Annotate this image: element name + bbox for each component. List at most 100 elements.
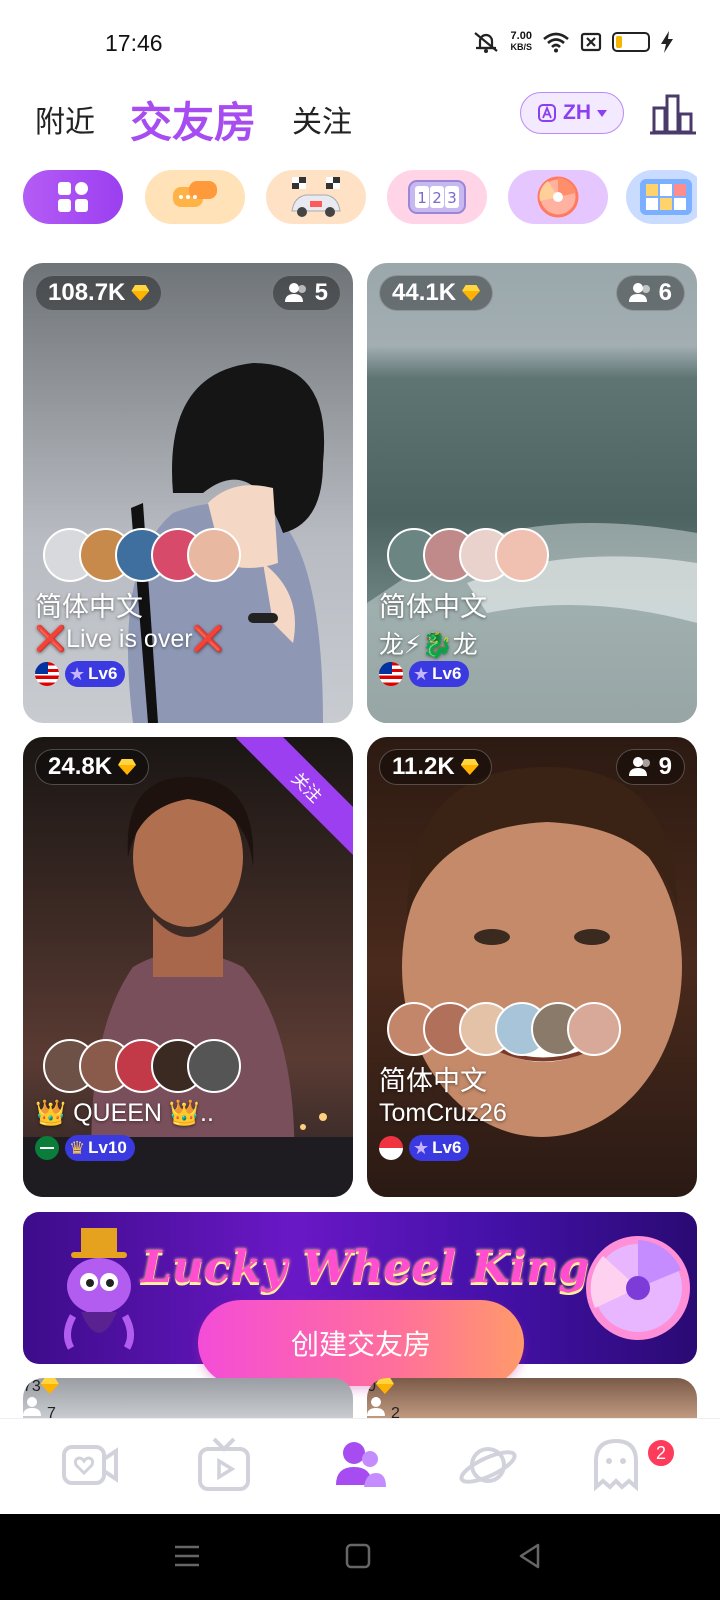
room-language: 简体中文 xyxy=(379,592,487,622)
room-card[interactable]: 73 7 xyxy=(23,1378,353,1418)
diamond-icon xyxy=(461,759,479,775)
ghost-chat-icon[interactable] xyxy=(584,1433,648,1497)
charging-icon xyxy=(661,31,673,53)
gift-count-pill: 0 xyxy=(367,1378,697,1396)
net-speed-value: 7.00 xyxy=(510,30,532,42)
race-car-icon xyxy=(291,177,341,217)
star-icon: ★ xyxy=(69,663,86,684)
user-count: 2 xyxy=(391,1405,400,1418)
malaysia-flag-icon xyxy=(379,662,403,686)
mascot-icon xyxy=(64,1228,134,1350)
level-badge: ★ Lv6 xyxy=(409,1135,470,1161)
wifi-icon xyxy=(543,32,569,53)
category-racing[interactable] xyxy=(266,170,366,224)
avatar xyxy=(187,1039,241,1093)
room-card[interactable]: 44.1K 6 简体中文 龙⚡🐉龙 ★ Lv6 xyxy=(367,263,697,723)
host-badges: ★ Lv6 xyxy=(379,661,470,687)
saudi-flag-icon xyxy=(35,1136,59,1160)
category-lottery[interactable]: 123 xyxy=(387,170,487,224)
language-selector[interactable]: ZH xyxy=(520,92,624,134)
net-speed-unit: KB/S xyxy=(510,42,532,52)
room-title: 龙⚡🐉龙 xyxy=(379,631,478,659)
recent-apps-icon[interactable] xyxy=(172,1542,202,1570)
user-count-pill: 2 xyxy=(367,1396,697,1418)
level-badge: ★ Lv6 xyxy=(409,661,470,687)
status-bar: 17:46 7.00 KB/S xyxy=(0,0,720,84)
level-badge: ★ Lv6 xyxy=(65,661,126,687)
lucky-wheel-icon xyxy=(586,1236,690,1340)
language-label: ZH xyxy=(563,101,591,124)
users-icon xyxy=(23,1397,41,1416)
avatar xyxy=(495,528,549,582)
user-count-pill: 9 xyxy=(615,749,685,785)
svg-text:3: 3 xyxy=(447,189,457,207)
malaysia-flag-icon xyxy=(35,662,59,686)
users-icon xyxy=(284,283,306,302)
create-room-button[interactable]: 创建交友房 xyxy=(198,1300,524,1386)
tab-party-rooms[interactable]: 交友房 xyxy=(130,84,256,154)
battery-icon xyxy=(612,32,650,52)
banner-title: Lucky Wheel King xyxy=(141,1242,590,1293)
video-heart-icon[interactable] xyxy=(58,1433,122,1497)
room-title: ❌Live is over❌ xyxy=(35,625,224,653)
seat-avatars xyxy=(387,1002,621,1056)
user-count: 9 xyxy=(658,753,672,780)
user-count: 5 xyxy=(314,279,328,306)
level-label: Lv6 xyxy=(432,664,462,683)
chat-bubbles-icon xyxy=(173,181,217,207)
tv-play-icon[interactable] xyxy=(192,1433,256,1497)
room-language: 简体中文 xyxy=(35,592,143,622)
back-icon[interactable] xyxy=(516,1542,544,1570)
diamond-icon xyxy=(462,285,480,301)
room-cover-image xyxy=(128,363,325,723)
host-badges: ★ Lv6 xyxy=(35,661,126,687)
bingo-board-icon xyxy=(640,179,692,215)
users-icon xyxy=(628,757,650,776)
gift-count: 73 xyxy=(23,1378,41,1395)
room-language: 简体中文 xyxy=(379,1066,487,1096)
avatar xyxy=(567,1002,621,1056)
category-all[interactable] xyxy=(23,170,123,224)
level-badge: ♛ Lv10 xyxy=(65,1135,135,1161)
svg-text:2: 2 xyxy=(432,189,442,207)
seat-avatars xyxy=(43,1039,241,1093)
people-icon[interactable] xyxy=(328,1433,392,1497)
diamond-icon xyxy=(118,759,136,775)
room-card[interactable]: 24.8K 关注 👑 QUEEN 👑.. ♛ Lv10 xyxy=(23,737,353,1197)
status-time: 17:46 xyxy=(105,30,163,56)
diamond-icon xyxy=(131,285,149,301)
user-count-pill: 7 xyxy=(23,1396,353,1418)
tab-nearby[interactable]: 附近 xyxy=(35,84,95,154)
singapore-flag-icon xyxy=(379,1136,403,1160)
gift-count-pill: 11.2K xyxy=(379,749,492,785)
gift-count-pill: 108.7K xyxy=(35,275,163,311)
translate-icon xyxy=(538,104,556,122)
level-label: Lv6 xyxy=(432,1138,462,1157)
category-chat[interactable] xyxy=(145,170,245,224)
grid-icon xyxy=(58,182,88,212)
users-icon xyxy=(367,1397,385,1416)
top-nav: 附近 交友房 关注 ZH xyxy=(0,84,720,154)
room-card[interactable]: 108.7K 5 简体中文 ❌Live is over❌ ★ Lv6 xyxy=(23,263,353,723)
tab-following[interactable]: 关注 xyxy=(292,84,352,154)
seat-avatars xyxy=(43,528,241,582)
seat-avatars xyxy=(387,528,549,582)
category-bingo[interactable] xyxy=(626,170,697,224)
bell-muted-icon xyxy=(474,32,499,53)
room-cover-image xyxy=(402,767,682,1137)
category-wheel[interactable] xyxy=(508,170,608,224)
messages-badge: 2 xyxy=(646,1438,676,1468)
wheel-icon xyxy=(537,176,579,218)
status-icons: 7.00 KB/S xyxy=(472,30,674,54)
room-card[interactable]: 11.2K 9 简体中文 TomCruz26 ★ Lv6 xyxy=(367,737,697,1197)
user-count: 7 xyxy=(47,1405,56,1418)
home-icon[interactable] xyxy=(344,1542,372,1570)
users-icon xyxy=(628,283,650,302)
gift-count: 11.2K xyxy=(392,753,455,780)
planet-icon[interactable] xyxy=(456,1433,520,1497)
bottom-nav xyxy=(0,1418,720,1514)
ranking-icon[interactable] xyxy=(650,92,696,136)
room-card[interactable]: 0 2 xyxy=(367,1378,697,1418)
crown-icon: ♛ xyxy=(69,1137,86,1158)
gift-count-pill: 44.1K xyxy=(379,275,494,311)
